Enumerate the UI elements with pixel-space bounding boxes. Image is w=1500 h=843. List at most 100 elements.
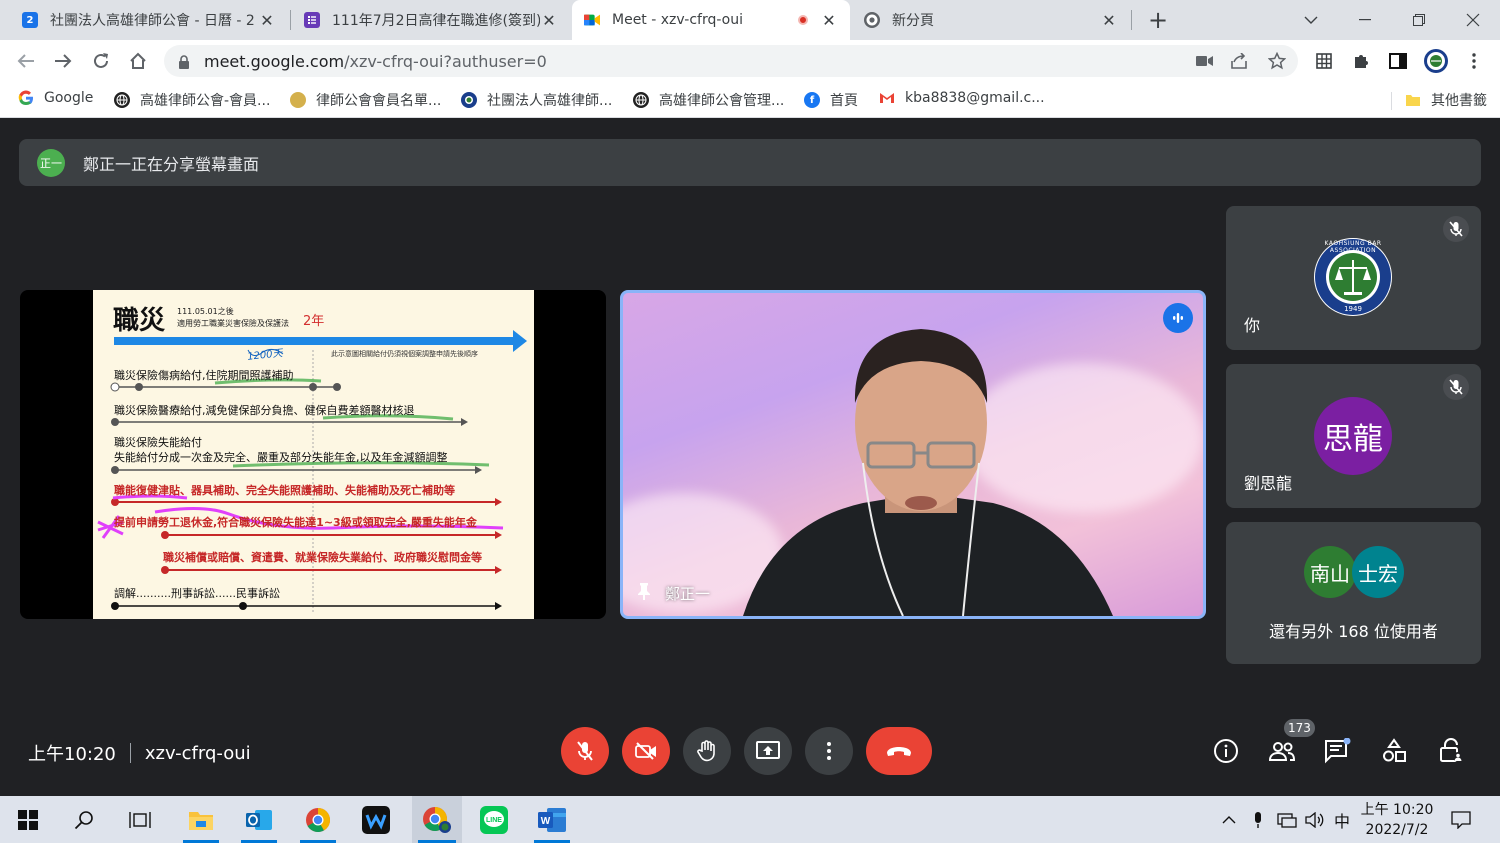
network-icon[interactable] bbox=[1274, 796, 1300, 843]
apps-grid-icon[interactable] bbox=[1311, 48, 1337, 74]
others-tile[interactable]: 南山 士宏 還有另外 168 位使用者 bbox=[1226, 522, 1481, 664]
calendar-icon: 2 bbox=[22, 12, 38, 28]
tab-title: 111年7月2日高律在職進修(簽到) bbox=[332, 13, 540, 29]
pin-icon[interactable] bbox=[637, 582, 651, 604]
camera-off-icon bbox=[635, 742, 656, 760]
tab-new[interactable]: 新分頁 ✕ bbox=[852, 0, 1130, 40]
side-panel-icon[interactable] bbox=[1385, 48, 1411, 74]
share-icon[interactable] bbox=[1228, 50, 1250, 72]
chat-icon bbox=[1325, 738, 1351, 764]
start-button[interactable] bbox=[4, 796, 52, 843]
bookmark-item[interactable]: 高雄律師公會-會員... bbox=[114, 90, 270, 110]
camera-toggle-button[interactable] bbox=[622, 727, 670, 775]
bookmark-label: 高雄律師公會管理... bbox=[659, 93, 785, 109]
close-window-button[interactable] bbox=[1450, 0, 1496, 40]
participant-name: 你 bbox=[1244, 316, 1261, 335]
slide-row: 職能復健津貼、器具補助、完全失能照護補助、失能補助及死亡補助等 bbox=[114, 484, 455, 497]
bookmark-google[interactable]: Google bbox=[18, 90, 93, 106]
activities-button[interactable] bbox=[1377, 734, 1411, 768]
bar-association-logo: KAOHSIUNG BAR ASSOCIATION 1949 bbox=[1314, 238, 1392, 316]
bookmark-item[interactable]: 高雄律師公會管理... bbox=[633, 90, 784, 110]
tab-calendar[interactable]: 2 社團法人高雄律師公會 - 日曆 - 2 ✕ bbox=[10, 0, 288, 40]
windows-icon bbox=[18, 809, 38, 830]
reload-button[interactable] bbox=[88, 48, 114, 74]
raise-hand-button[interactable] bbox=[683, 727, 731, 775]
bookmark-item[interactable]: 律師公會會員名單... bbox=[290, 90, 441, 110]
notification-center-icon[interactable] bbox=[1446, 796, 1476, 843]
end-call-icon bbox=[887, 747, 911, 756]
close-tab-icon[interactable]: ✕ bbox=[820, 11, 838, 30]
taskbar-clock[interactable]: 上午 10:20 2022/7/2 bbox=[1360, 800, 1434, 840]
bookmark-item[interactable]: kba8838@gmail.c... bbox=[879, 90, 1045, 106]
participant-tile-self[interactable]: KAOHSIUNG BAR ASSOCIATION 1949 你 bbox=[1226, 206, 1481, 350]
mic-toggle-button[interactable] bbox=[561, 727, 609, 775]
volume-icon[interactable] bbox=[1302, 796, 1328, 843]
forward-button[interactable] bbox=[50, 48, 76, 74]
forms-icon bbox=[304, 12, 320, 28]
file-explorer-button[interactable] bbox=[177, 796, 225, 843]
presenting-text: 鄭正一正在分享螢幕畫面 bbox=[83, 154, 260, 174]
chrome-menu-icon[interactable] bbox=[1461, 48, 1487, 74]
tab-divider bbox=[290, 10, 291, 30]
seal-icon bbox=[461, 92, 477, 108]
bookmark-label: 社團法人高雄律師... bbox=[487, 93, 613, 109]
screen-share-tile[interactable]: 職災 111.05.01之後 適用勞工職業災害保險及保護法 2年 1200天 此… bbox=[20, 290, 606, 619]
participant-tile[interactable]: 思龍 劉思龍 bbox=[1226, 364, 1481, 508]
slide-row: 提前申請勞工退休金,符合職災保險失能達1~3級或領取完全,嚴重失能年金 bbox=[114, 516, 477, 529]
chrome-icon bbox=[864, 12, 880, 28]
participant-avatar: 思龍 bbox=[1314, 397, 1392, 475]
host-controls-button[interactable] bbox=[1434, 734, 1468, 768]
hand-icon bbox=[697, 740, 715, 762]
profile-avatar-icon[interactable] bbox=[1423, 48, 1449, 74]
present-screen-button[interactable] bbox=[744, 727, 792, 775]
task-view-button[interactable] bbox=[116, 796, 164, 843]
outlook-button[interactable] bbox=[235, 796, 283, 843]
chat-button[interactable] bbox=[1321, 734, 1355, 768]
speaker-video-tile[interactable]: 鄭正一 bbox=[620, 290, 1206, 619]
others-count-label: 還有另外 168 位使用者 bbox=[1269, 622, 1438, 641]
lock-person-icon bbox=[1440, 738, 1463, 762]
back-button[interactable] bbox=[13, 48, 39, 74]
close-tab-icon[interactable]: ✕ bbox=[258, 11, 276, 30]
more-vert-icon bbox=[827, 742, 831, 760]
close-tab-icon[interactable]: ✕ bbox=[1100, 11, 1118, 30]
search-button[interactable] bbox=[60, 796, 108, 843]
address-bar[interactable]: meet.google.com/xzv-cfrq-oui?authuser=0 bbox=[164, 45, 1298, 77]
bookmark-item[interactable]: f 首頁 bbox=[804, 90, 858, 110]
chrome-taskbar-button[interactable] bbox=[294, 796, 342, 843]
home-button[interactable] bbox=[125, 48, 151, 74]
tab-meet[interactable]: Meet - xzv-cfrq-oui ✕ bbox=[572, 0, 850, 40]
bookmark-star-icon[interactable] bbox=[1266, 50, 1288, 72]
other-bookmarks[interactable]: 其他書籤 bbox=[1405, 90, 1487, 110]
more-options-button[interactable] bbox=[805, 727, 853, 775]
leave-call-button[interactable] bbox=[866, 727, 932, 775]
new-tab-button[interactable]: + bbox=[1145, 6, 1171, 34]
extensions-puzzle-icon[interactable] bbox=[1348, 48, 1374, 74]
seal-icon bbox=[290, 92, 306, 108]
google-icon bbox=[18, 90, 34, 106]
chrome-profile-taskbar-button[interactable] bbox=[412, 796, 462, 843]
presenter-avatar: 正一 bbox=[37, 148, 65, 177]
shared-slide: 職災 111.05.01之後 適用勞工職業災害保險及保護法 2年 1200天 此… bbox=[93, 290, 534, 619]
mic-off-icon bbox=[577, 741, 593, 761]
people-button[interactable] bbox=[1265, 734, 1299, 768]
show-hidden-icons-chevron-icon[interactable] bbox=[1216, 796, 1242, 843]
tab-title: Meet - xzv-cfrq-oui bbox=[612, 12, 744, 28]
browser-toolbar: meet.google.com/xzv-cfrq-oui?authuser=0 bbox=[0, 40, 1500, 82]
webex-button[interactable] bbox=[352, 796, 400, 843]
word-button[interactable]: W bbox=[528, 796, 576, 843]
close-tab-icon[interactable]: ✕ bbox=[540, 11, 558, 30]
tab-forms[interactable]: 111年7月2日高律在職進修(簽到) ✕ bbox=[292, 0, 570, 40]
microphone-tray-icon[interactable] bbox=[1246, 796, 1270, 843]
logo-year: 1949 bbox=[1344, 305, 1362, 313]
bookmark-item[interactable]: 社團法人高雄律師... bbox=[461, 90, 612, 110]
restore-button[interactable] bbox=[1396, 0, 1442, 40]
minimize-button[interactable] bbox=[1342, 0, 1388, 40]
camera-in-use-icon[interactable] bbox=[1194, 50, 1216, 72]
line-button[interactable]: LINE bbox=[470, 796, 518, 843]
meeting-details-button[interactable] bbox=[1209, 734, 1243, 768]
input-method-indicator[interactable]: 中 bbox=[1330, 796, 1354, 843]
search-icon bbox=[74, 810, 93, 829]
lock-icon[interactable] bbox=[178, 54, 192, 69]
tab-search-chevron-icon[interactable] bbox=[1288, 0, 1334, 40]
